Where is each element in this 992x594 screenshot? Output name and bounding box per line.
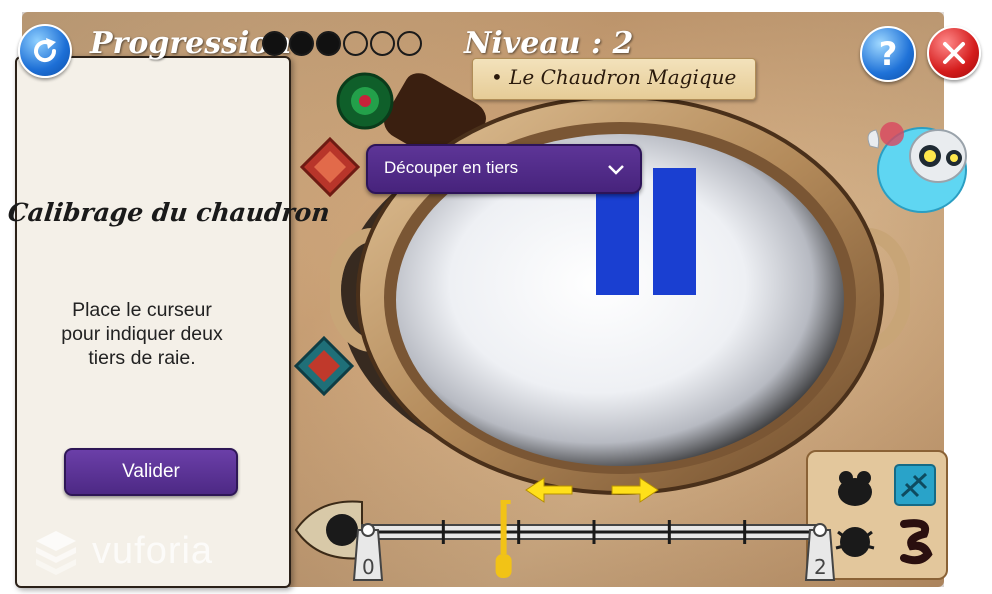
- close-button[interactable]: [927, 26, 981, 80]
- level-label: Niveau : 2: [464, 26, 634, 61]
- level-subtitle-scroll: • Le Chaudron Magique: [472, 58, 756, 100]
- progress-dot-empty: [397, 31, 422, 56]
- snake-icon[interactable]: [894, 516, 940, 566]
- slider-max-label: 2: [814, 555, 827, 579]
- validate-button[interactable]: Valider: [64, 448, 238, 496]
- fish-card-icon[interactable]: [892, 462, 938, 508]
- close-icon: [943, 42, 965, 64]
- panel-title: Calibrage du chaudron: [6, 198, 332, 227]
- slider-min-label: 0: [362, 555, 375, 579]
- panel-instruction: Place le curseur pour indiquer deux tier…: [61, 299, 223, 369]
- division-dropdown[interactable]: Découper en tiers: [366, 144, 642, 194]
- progress-dots: [262, 31, 422, 56]
- progress-dot-empty: [343, 31, 368, 56]
- arrow-right-icon: [611, 477, 659, 503]
- progress-dot-empty: [370, 31, 395, 56]
- drag-arrows: [525, 477, 659, 503]
- level-subtitle: • Le Chaudron Magique: [491, 65, 737, 89]
- vuforia-logo-icon: [36, 531, 76, 575]
- blue-bar-2: [653, 168, 696, 295]
- progress-dot-filled: [289, 31, 314, 56]
- progress-dot-filled: [262, 31, 287, 56]
- refresh-button[interactable]: [18, 24, 72, 78]
- ar-scene: Calibrage du chaudron Place le curseur p…: [0, 0, 992, 594]
- vuforia-text: vuforia: [92, 529, 214, 572]
- vuforia-watermark: vuforia: [32, 527, 213, 575]
- help-button[interactable]: ?: [860, 26, 916, 82]
- refresh-icon: [34, 38, 57, 63]
- slider-cap-hole: [326, 514, 358, 546]
- arrow-left-icon: [525, 477, 573, 503]
- dropdown-selected-label: Découper en tiers: [384, 158, 519, 177]
- chevron-down-icon: [608, 165, 624, 175]
- progress-dot-filled: [316, 31, 341, 56]
- mascot-ghost-icon: [867, 122, 967, 213]
